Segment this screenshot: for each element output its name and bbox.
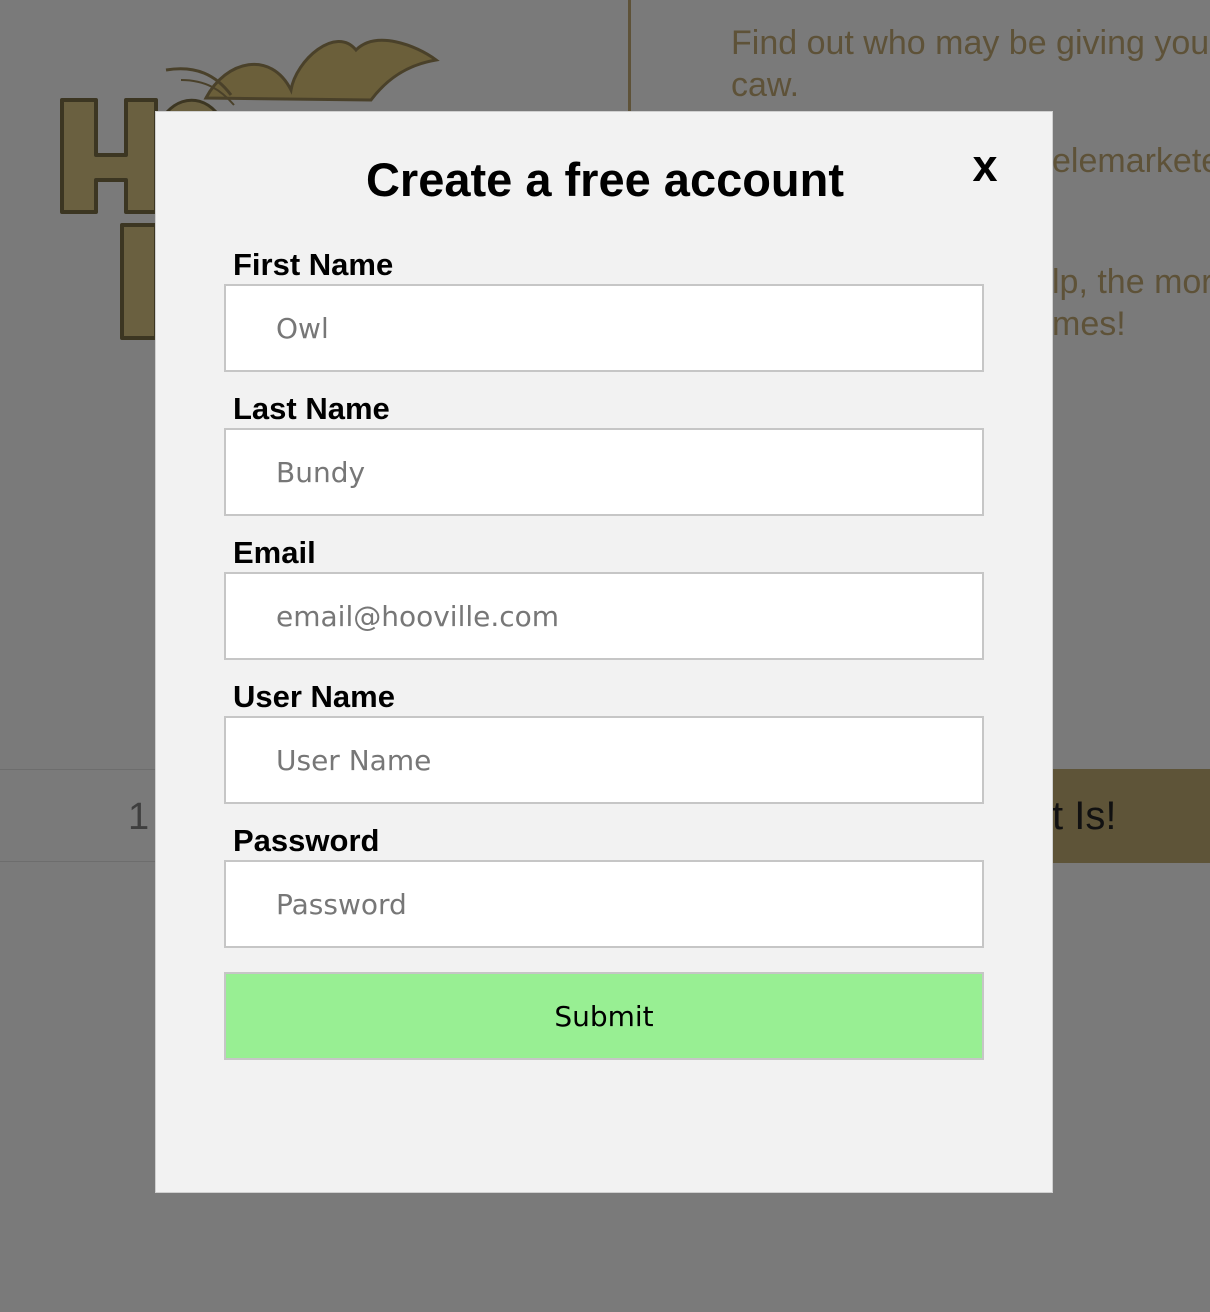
intro-text: Find out who may be giving you the caw. — [731, 22, 1210, 106]
feature-text-help-line-2: mes! — [1052, 305, 1126, 343]
modal-title: Create a free account — [365, 153, 845, 206]
feature-text-help: lp, the more mes! — [1052, 261, 1210, 345]
header-divider — [628, 0, 631, 112]
user-name-label: User Name — [233, 679, 395, 714]
first-name-field[interactable] — [224, 284, 984, 372]
email-field[interactable] — [224, 572, 984, 660]
intro-text-line: Find out who may be giving you the caw. — [731, 24, 1210, 104]
first-name-label: First Name — [233, 247, 394, 282]
close-icon[interactable]: x — [963, 140, 1007, 192]
lookup-button-label: t Is! — [1052, 794, 1117, 838]
last-name-label: Last Name — [233, 391, 390, 426]
email-label: Email — [233, 535, 316, 570]
last-name-field[interactable] — [224, 428, 984, 516]
submit-button[interactable]: Submit — [224, 972, 984, 1060]
password-field[interactable] — [224, 860, 984, 948]
password-label: Password — [233, 823, 380, 858]
user-name-field[interactable] — [224, 716, 984, 804]
phone-number-input-text: 1 — [128, 796, 150, 838]
feature-text-help-line-1: lp, the more — [1052, 263, 1210, 301]
